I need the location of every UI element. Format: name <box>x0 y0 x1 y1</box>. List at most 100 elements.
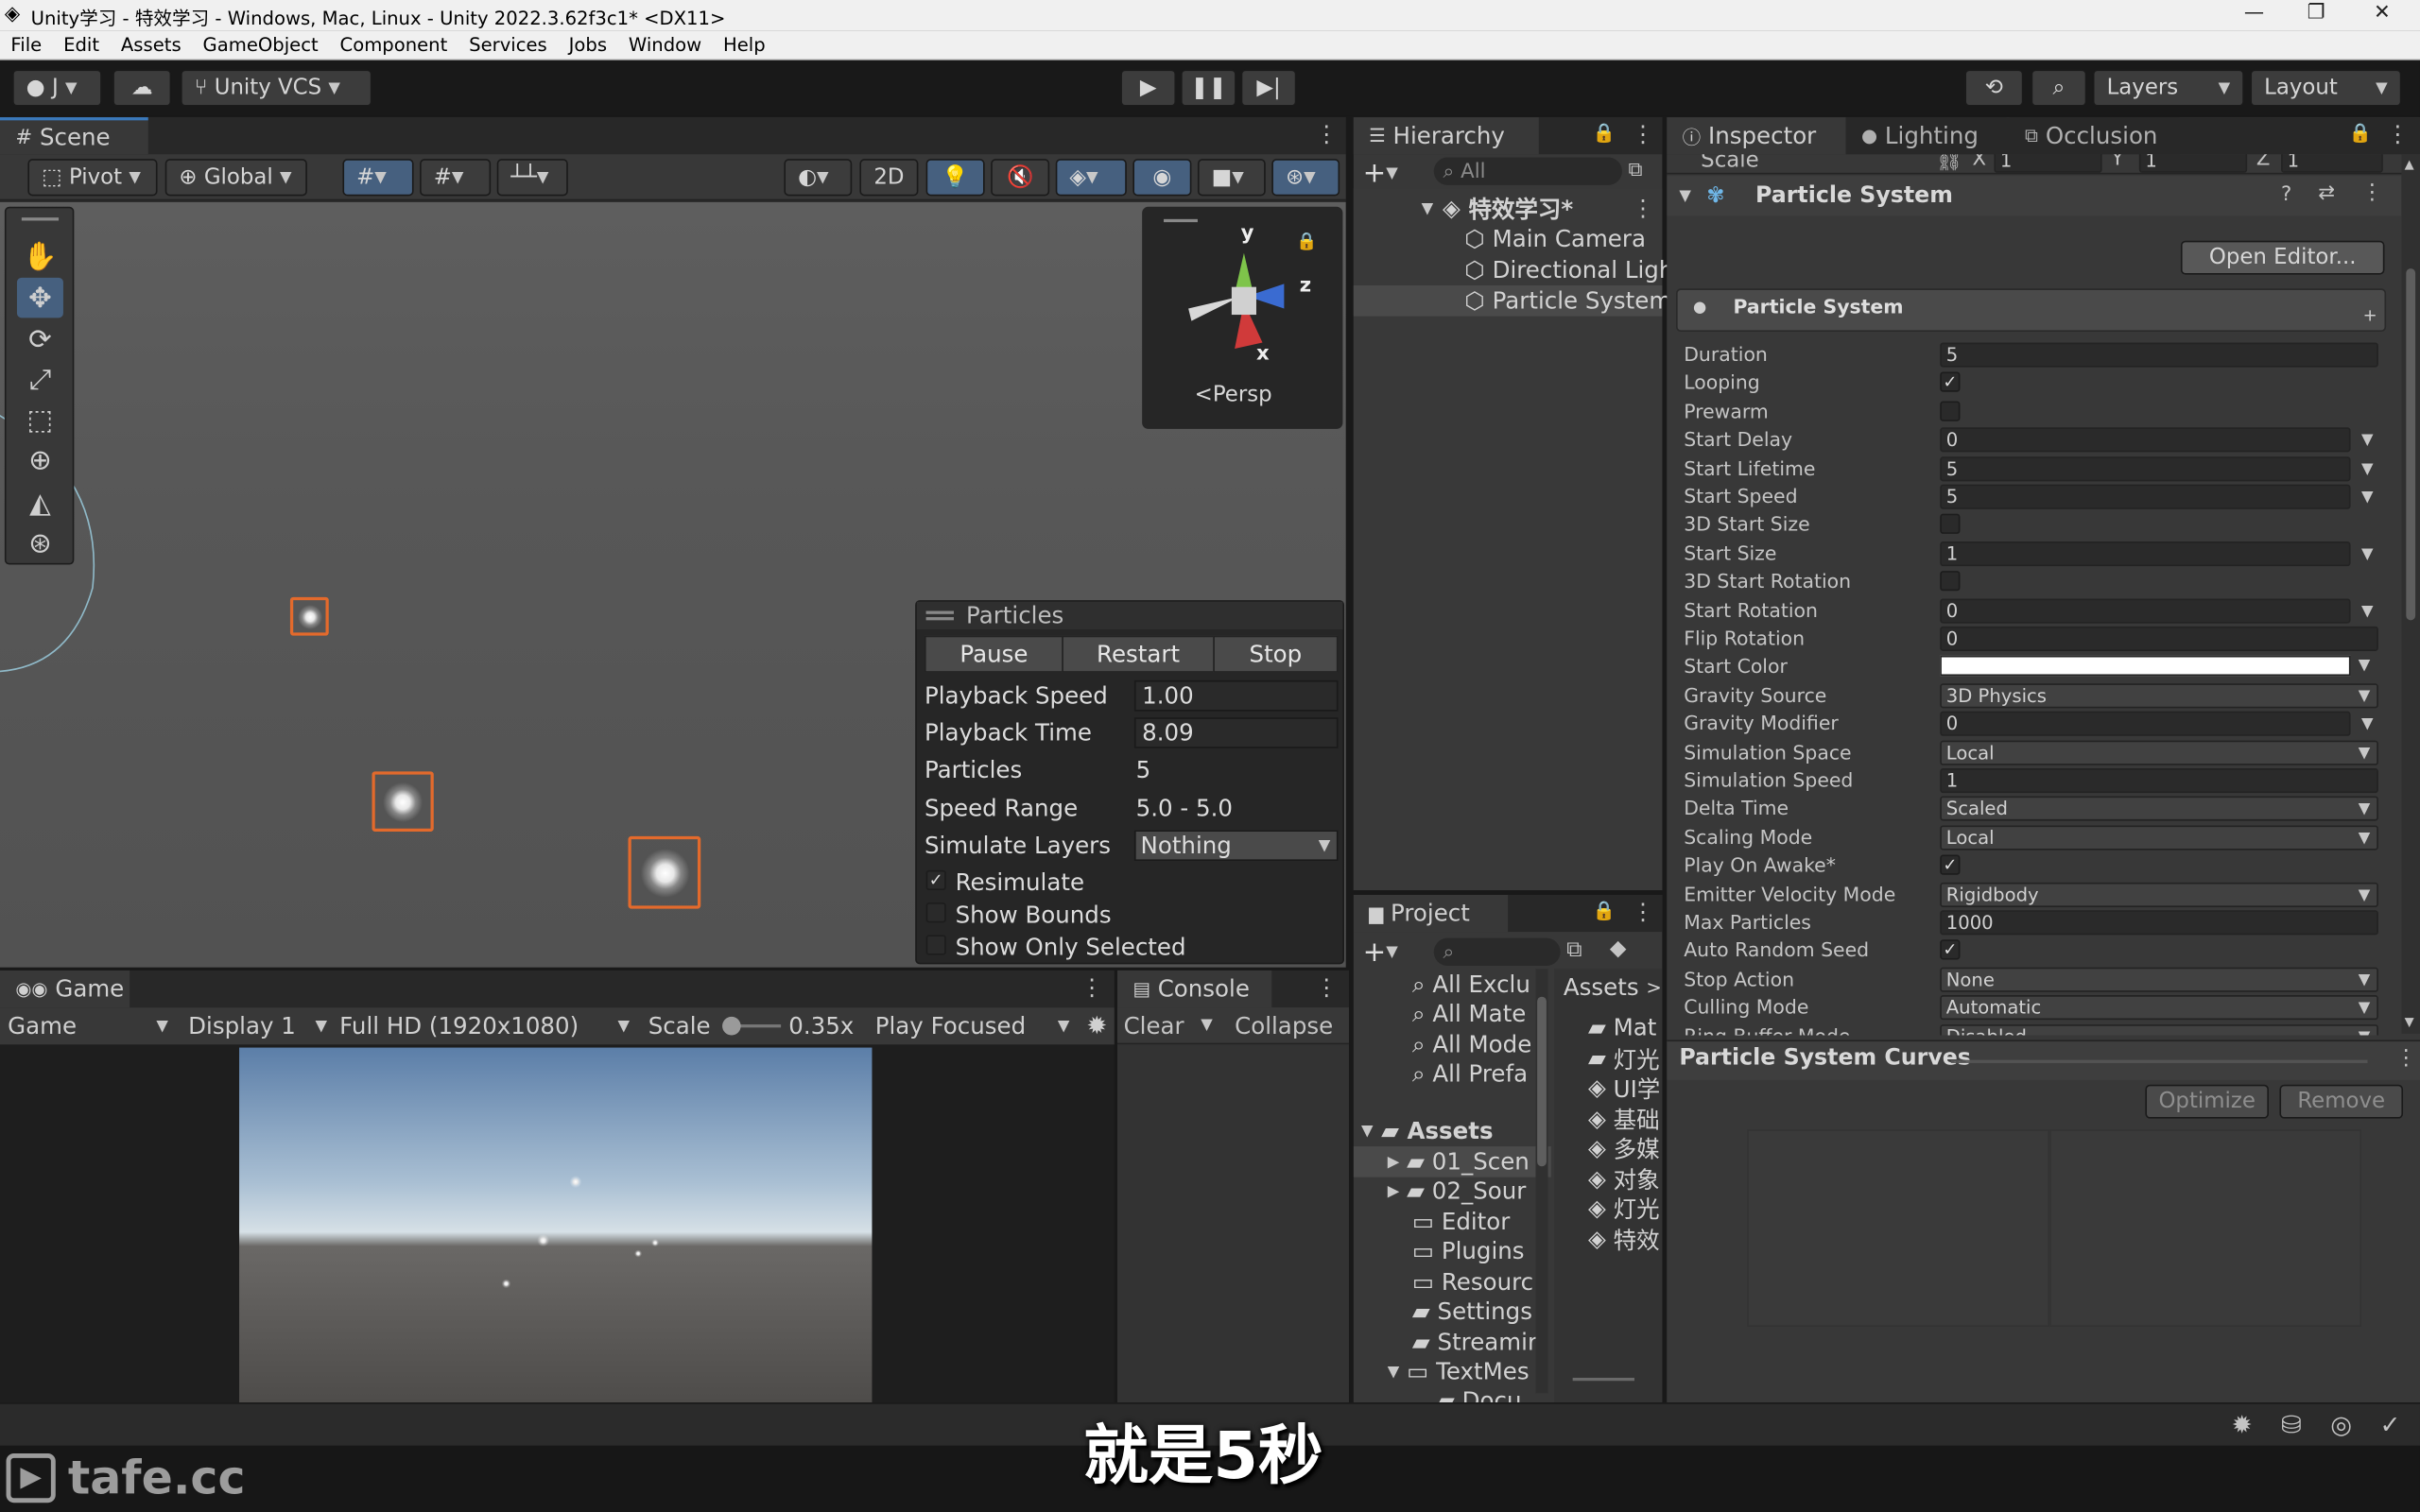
gizmos-button[interactable]: ⊛ ▼ <box>1271 159 1340 197</box>
move-tool-icon[interactable]: ✥ <box>16 277 63 318</box>
show-bounds-checkbox[interactable] <box>925 902 946 923</box>
close-button[interactable]: ✕ <box>2374 2 2391 25</box>
cache-server-icon[interactable]: ⛁ <box>2281 1410 2302 1439</box>
chevron-down-icon[interactable]: ▼ <box>1201 1017 1213 1034</box>
resolution-dropdown[interactable]: Full HD (1920x1080) ▼ <box>339 1007 630 1044</box>
bug-icon[interactable]: ✹ <box>1086 1010 1107 1040</box>
debug-icon[interactable]: ✹ <box>2232 1410 2253 1439</box>
tab-occlusion[interactable]: ⧉ Occlusion <box>2009 117 2180 155</box>
tab-console[interactable]: ▤ Console <box>1117 970 1272 1008</box>
chevron-down-icon[interactable]: ▼ <box>2361 460 2374 477</box>
scale-y-field[interactable]: 1 <box>2138 154 2248 173</box>
chevron-down-icon[interactable]: ▼ <box>2359 971 2371 988</box>
display-dropdown[interactable]: Display 1 ▼ <box>188 1007 327 1044</box>
curve-preview[interactable] <box>2049 1129 2361 1328</box>
scale-tool-icon[interactable]: ⤢ <box>17 359 63 399</box>
curves-header[interactable]: Particle System Curves ⋮ <box>1667 1040 2420 1080</box>
drag-handle[interactable] <box>1950 1059 2368 1063</box>
custom-tool-icon[interactable]: ◭ <box>17 483 63 523</box>
asset-item[interactable]: ▰ Mat <box>1588 1012 1656 1043</box>
simulate-layers-dropdown[interactable]: Nothing ▼ <box>1133 830 1339 862</box>
menu-assets[interactable]: Assets <box>121 34 182 56</box>
rotate-tool-icon[interactable]: ⟳ <box>17 319 63 359</box>
transform-tool-icon[interactable]: ⊕ <box>17 439 63 479</box>
property-field[interactable]: 1 ▼ <box>1940 541 2374 566</box>
game-mode-dropdown[interactable]: Game ▼ <box>8 1007 168 1044</box>
menu-gameobject[interactable]: GameObject <box>203 34 319 56</box>
chevron-down-icon[interactable]: ▼ <box>2359 1000 2371 1017</box>
persp-toggle[interactable]: < Persp <box>1195 383 1272 407</box>
rect-tool-icon[interactable]: ⬚ <box>17 400 63 439</box>
more-options-icon[interactable]: ⋮ <box>1632 898 1654 925</box>
property-dropdown[interactable]: None ▼ <box>1940 967 2378 992</box>
optimize-button[interactable]: Optimize <box>2145 1084 2269 1119</box>
more-options-icon[interactable]: ⋮ <box>1315 973 1338 1001</box>
favorite-all-prefabs[interactable]: ⌕ All Prefa <box>1412 1058 1528 1090</box>
scale-slider-thumb[interactable] <box>722 1016 741 1036</box>
property-checkbox[interactable]: ✓ <box>1940 372 1961 393</box>
tab-hierarchy[interactable]: ☰ Hierarchy <box>1353 117 1539 155</box>
folder-02-sources[interactable]: ▶ ▰ 02_Sour <box>1388 1176 1527 1207</box>
property-field[interactable]: 5 ▼ <box>1940 484 2374 509</box>
more-options-icon[interactable]: ⋮ <box>1632 195 1654 222</box>
property-field[interactable]: 1000 <box>1940 910 2378 936</box>
drag-handle[interactable] <box>925 610 954 621</box>
open-editor-button[interactable]: Open Editor... <box>2180 240 2385 275</box>
project-search-input[interactable]: ⌕ <box>1433 937 1561 967</box>
property-checkbox[interactable] <box>1940 401 1961 421</box>
menu-window[interactable]: Window <box>629 34 701 56</box>
menu-services[interactable]: Services <box>469 34 547 56</box>
property-field[interactable]: 5 ▼ <box>1940 455 2374 481</box>
chevron-down-icon[interactable]: ▼ <box>2359 886 2371 903</box>
folder-documentation[interactable]: ▰ Docu <box>1437 1385 1521 1402</box>
property-checkbox[interactable]: ✓ <box>1940 939 1961 961</box>
scene-visibility-icon[interactable]: ⧉ <box>1628 159 1642 181</box>
folder-01-scenes[interactable]: ▶ ▰ 01_Scen <box>1388 1146 1530 1177</box>
step-button[interactable]: ▶| <box>1240 69 1297 107</box>
property-checkbox[interactable] <box>1940 571 1961 592</box>
camera-button[interactable]: ■ ▼ <box>1197 159 1266 197</box>
playback-time-field[interactable]: 8.09 <box>1133 717 1339 748</box>
search-button[interactable]: ⌕ <box>2031 69 2087 107</box>
folder-streaming-assets[interactable]: ▰ Streamir <box>1412 1327 1537 1358</box>
lock-icon[interactable]: 🔒 <box>1593 900 1616 921</box>
tab-game[interactable]: ◉◉ Game <box>0 970 130 1008</box>
show-only-selected-checkbox[interactable] <box>925 935 946 955</box>
maximize-button[interactable]: ❐ <box>2308 2 2325 25</box>
filter-label-icon[interactable]: ◆ <box>1610 936 1627 961</box>
resimulate-checkbox[interactable]: ✓ <box>925 869 946 891</box>
remove-button[interactable]: Remove <box>2279 1084 2404 1119</box>
help-icon[interactable]: ? <box>2281 183 2291 206</box>
favorite-all-materials[interactable]: ⌕ All Mate <box>1412 998 1526 1029</box>
curve-preview[interactable] <box>1747 1129 2050 1328</box>
pause-particles-button[interactable]: Pause <box>924 635 1063 673</box>
lock-icon[interactable]: 🔒 <box>2349 122 2372 144</box>
chevron-down-icon[interactable]: ▼ <box>2359 688 2371 705</box>
layers-dropdown[interactable]: Layers ▼ <box>2092 69 2244 107</box>
clear-button[interactable]: Clear <box>1124 1012 1184 1040</box>
property-field[interactable]: 0 ▼ <box>1940 711 2374 737</box>
layout-dropdown[interactable]: Layout ▼ <box>2250 69 2402 107</box>
ruler-button[interactable]: ┴┴ ▼ <box>496 159 568 197</box>
property-field[interactable]: 0 <box>1940 626 2378 651</box>
chevron-down-icon[interactable]: ▼ <box>2359 801 2371 818</box>
scrollbar[interactable]: ▲ ▼ <box>2401 154 2420 1034</box>
tab-project[interactable]: ▆ Project <box>1353 894 1509 933</box>
scene-viewport[interactable]: ✋ ✥ ⟳ ⤢ ⬚ ⊕ ◭ ⊛ 🔒 y z x < Persp Particle… <box>0 201 1346 968</box>
collapse-button[interactable]: Collapse <box>1235 1012 1333 1040</box>
chevron-down-icon[interactable]: ▼ <box>2361 716 2374 733</box>
playback-speed-field[interactable]: 1.00 <box>1133 679 1339 712</box>
hierarchy-item-main-camera[interactable]: ⬡ Main Camera <box>1464 224 1646 255</box>
tab-lighting[interactable]: ● Lighting <box>1845 117 2007 155</box>
more-options-icon[interactable]: ⋮ <box>2361 180 2383 205</box>
vcs-dropdown[interactable]: ⑂ Unity VCS ▼ <box>181 69 372 107</box>
folder-settings[interactable]: ▰ Settings <box>1412 1296 1532 1327</box>
audio-toggle[interactable]: 🔇 <box>991 159 1050 197</box>
asset-item[interactable]: ◈ 基础 <box>1588 1103 1660 1134</box>
hierarchy-item-directional-light[interactable]: ⬡ Directional Ligh <box>1464 254 1673 285</box>
scale-x-field[interactable]: 1 <box>1994 154 2102 173</box>
folder-plugins[interactable]: ▭ Plugins <box>1412 1236 1525 1267</box>
more-options-icon[interactable]: ⋮ <box>2395 1046 2417 1071</box>
orientation-gizmo[interactable]: 🔒 y z x < Persp <box>1142 206 1343 429</box>
chevron-down-icon[interactable]: ▼ <box>2359 745 2371 762</box>
